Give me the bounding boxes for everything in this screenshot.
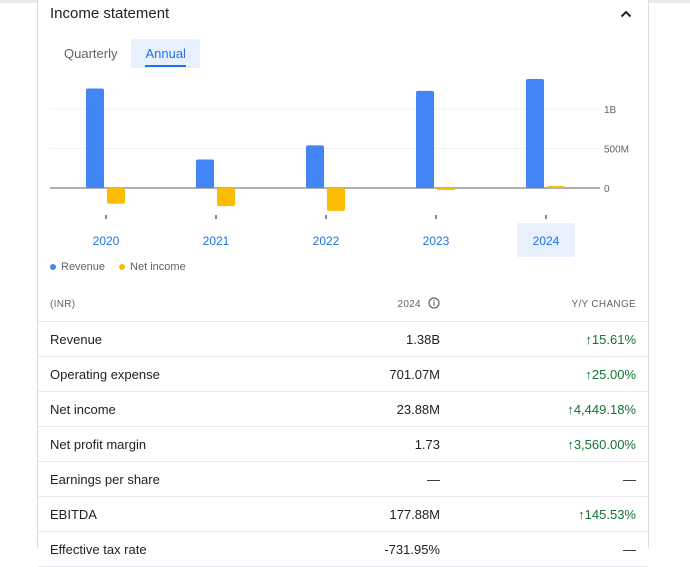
- row-label: Revenue: [38, 321, 299, 357]
- row-value: 701.07M: [299, 356, 440, 392]
- row-change: —: [440, 461, 648, 497]
- net-income-bar: [107, 188, 125, 204]
- revenue-bar: [526, 78, 544, 188]
- chevron-up-icon[interactable]: [616, 4, 636, 24]
- section-title: Income statement: [50, 5, 170, 22]
- revenue-legend-dot: [50, 264, 56, 270]
- row-label: Net profit margin: [38, 426, 299, 462]
- row-value: 1.73: [299, 426, 440, 462]
- x-tick-label[interactable]: 2024: [533, 234, 560, 248]
- x-tick-label[interactable]: 2023: [423, 234, 450, 248]
- row-change: ↑15.61%: [440, 321, 648, 357]
- row-label: Net income: [38, 391, 299, 427]
- year-header-label: 2024: [397, 299, 421, 311]
- chart-legend: Revenue Net income: [50, 261, 186, 273]
- y-tick-label: 1B: [604, 105, 617, 116]
- y-tick-label: 500M: [604, 145, 629, 156]
- x-tick-label[interactable]: 2021: [203, 234, 230, 248]
- revenue-bar: [86, 88, 104, 188]
- table-body: Revenue 1.38B ↑15.61% Operating expense 701.…: [38, 321, 648, 567]
- info-icon[interactable]: [428, 297, 440, 312]
- net-income-bar: [217, 188, 235, 207]
- row-value: 177.88M: [299, 496, 440, 532]
- row-value: —: [299, 461, 440, 497]
- row-value: 23.88M: [299, 391, 440, 427]
- x-tick-label[interactable]: 2020: [93, 234, 120, 248]
- revenue-bar: [306, 145, 324, 188]
- row-change: ↑3,560.00%: [440, 426, 648, 462]
- table-row: Revenue 1.38B ↑15.61%: [38, 321, 648, 357]
- legend-item-revenue: Revenue: [50, 261, 105, 273]
- legend-label-revenue: Revenue: [61, 261, 106, 273]
- financials-table: (INR) 2024 Y/Y CHANGE Revenue 1.38B ↑15.61…: [38, 288, 648, 567]
- row-label: Operating expense: [38, 356, 299, 392]
- net-income-bar: [547, 186, 565, 188]
- change-value: 25.00%: [591, 366, 636, 382]
- row-label: EBITDA: [38, 496, 299, 532]
- net-income-bar: [437, 188, 455, 190]
- table-row: EBITDA 177.88M ↑145.53%: [38, 496, 648, 532]
- row-change: ↑145.53%: [440, 496, 648, 532]
- tab-quarterly[interactable]: Quarterly: [50, 39, 131, 68]
- revenue-bar: [416, 90, 434, 188]
- income-chart: 1B 500M 0 2020 2021 2022 2023 2024: [50, 78, 629, 257]
- tab-annual[interactable]: Annual: [131, 39, 200, 68]
- row-change: ↑4,449.18%: [440, 391, 648, 427]
- legend-label-net-income: Net income: [130, 261, 186, 273]
- row-change: ↑25.00%: [440, 356, 648, 392]
- y-tick-label: 0: [604, 184, 610, 195]
- period-tabs: Quarterly Annual: [50, 39, 200, 68]
- year-header: 2024: [299, 288, 440, 322]
- net-income-bar: [327, 188, 345, 211]
- row-change: —: [440, 531, 648, 567]
- row-label: Earnings per share: [38, 461, 299, 497]
- net-income-legend-dot: [119, 264, 126, 270]
- revenue-bar: [196, 159, 214, 188]
- row-label: Effective tax rate: [38, 531, 299, 567]
- change-value: 3,560.00%: [573, 436, 636, 452]
- currency-header: (INR): [38, 288, 299, 322]
- table-row: Effective tax rate -731.95% —: [38, 531, 648, 567]
- legend-item-net-income: Net income: [119, 261, 186, 273]
- change-value: 4,449.18%: [573, 401, 636, 417]
- table-row: Earnings per share — —: [38, 461, 648, 497]
- table-header-row: (INR) 2024 Y/Y CHANGE: [38, 288, 648, 322]
- table-row: Operating expense 701.07M ↑25.00%: [38, 356, 648, 392]
- x-tick-label[interactable]: 2022: [313, 234, 340, 248]
- row-value: 1.38B: [299, 321, 440, 357]
- table-row: Net income 23.88M ↑4,449.18%: [38, 391, 648, 427]
- table-row: Net profit margin 1.73 ↑3,560.00%: [38, 426, 648, 462]
- income-statement-card: Income statement Quarterly Annual 1B 500M…: [37, 0, 649, 567]
- row-value: -731.95%: [299, 531, 440, 567]
- change-value: 15.61%: [591, 331, 636, 347]
- change-header: Y/Y CHANGE: [440, 288, 648, 322]
- change-value: 145.53%: [584, 506, 636, 522]
